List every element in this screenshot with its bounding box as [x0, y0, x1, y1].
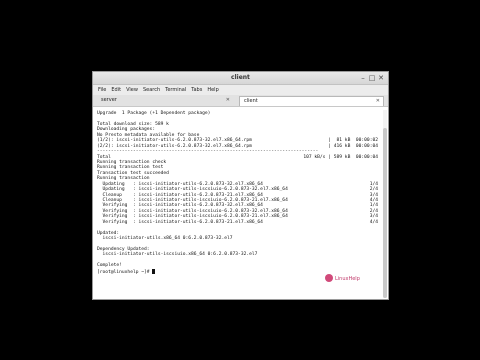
terminal-line-text: Updating : iscsi-initiator-utils-iscsiui… [97, 187, 288, 193]
menu-search[interactable]: Search [143, 85, 160, 95]
terminal-line-text: Cleanup : iscsi-initiator-utils-6.2.0.87… [97, 192, 263, 198]
tab-close-icon[interactable]: ✕ [226, 96, 230, 105]
terminal-line-text: Verifying : iscsi-initiator-utils-6.2.0.… [97, 219, 263, 225]
watermark-text: LinuxHelp [335, 276, 360, 282]
terminal-line-text: Total [97, 154, 111, 160]
window-title: client [231, 74, 250, 81]
menu-view[interactable]: View [126, 85, 138, 95]
tab-label: client [244, 98, 258, 104]
terminal-line-text: ----------------------------------------… [97, 149, 319, 155]
terminal-line-text: (1/2): iscsi-initiator-utils-6.2.0.873-3… [97, 138, 252, 144]
terminal-line-text: iscsi-initiator-utils-iscsiuio.x86_64 0:… [97, 252, 258, 258]
title-bar[interactable]: client – □ ✕ [93, 72, 388, 85]
text-cursor [152, 268, 155, 274]
terminal-line-text: Running transaction [97, 176, 150, 182]
menu-help[interactable]: Help [207, 85, 218, 95]
terminal-line-text: Updating : iscsi-initiator-utils-6.2.0.8… [97, 181, 263, 187]
terminal-line-text: (2/2): iscsi-initiator-utils-6.2.0.873-3… [97, 143, 252, 149]
tab-close-icon[interactable]: ✕ [376, 97, 380, 106]
terminal-line-text: Verifying : iscsi-initiator-utils-iscsiu… [97, 214, 288, 220]
terminal-output[interactable]: Upgrade 1 Package (+1 Dependent package)… [93, 107, 388, 299]
menu-tabs[interactable]: Tabs [191, 85, 202, 95]
terminal-line-text: Complete! [97, 263, 122, 269]
close-icon[interactable]: ✕ [377, 74, 385, 82]
menu-file[interactable]: File [98, 85, 106, 95]
shell-prompt: [root@linuxhelp ~]# [97, 269, 153, 275]
terminal-line-text: Upgrade 1 Package (+1 Dependent package) [97, 111, 211, 116]
minimize-icon[interactable]: – [359, 74, 367, 82]
terminal-line-text: No Presto metadata available for base [97, 132, 200, 138]
scrollbar[interactable] [383, 110, 387, 298]
terminal-line-text: Running transaction test [97, 165, 164, 171]
terminal-line-text: Verifying : iscsi-initiator-utils-6.2.0.… [97, 203, 263, 209]
terminal-line-text: Downloading packages: [97, 127, 156, 133]
menu-edit[interactable]: Edit [111, 85, 121, 95]
scrollbar-thumb[interactable] [383, 128, 387, 298]
tab-label: server [101, 97, 117, 103]
tab-client[interactable]: client ✕ [239, 96, 384, 106]
terminal-lines: Upgrade 1 Package (+1 Dependent package)… [97, 111, 378, 275]
terminal-window: client – □ ✕ File Edit View Search Terminal T… [92, 71, 389, 300]
tab-server[interactable]: server ✕ [97, 96, 233, 106]
maximize-icon[interactable]: □ [368, 74, 376, 82]
tab-bar: server ✕ client ✕ [93, 95, 388, 107]
menu-bar: File Edit View Search Terminal Tabs Help [93, 85, 388, 95]
terminal-line-text: iscsi-initiator-utils.x86_64 0:6.2.0.873… [97, 236, 233, 242]
linuxhelp-logo-icon [325, 274, 333, 282]
terminal-line-text: Updated: [97, 230, 120, 236]
watermark-logo: LinuxHelp [325, 273, 369, 285]
menu-terminal[interactable]: Terminal [165, 85, 186, 95]
